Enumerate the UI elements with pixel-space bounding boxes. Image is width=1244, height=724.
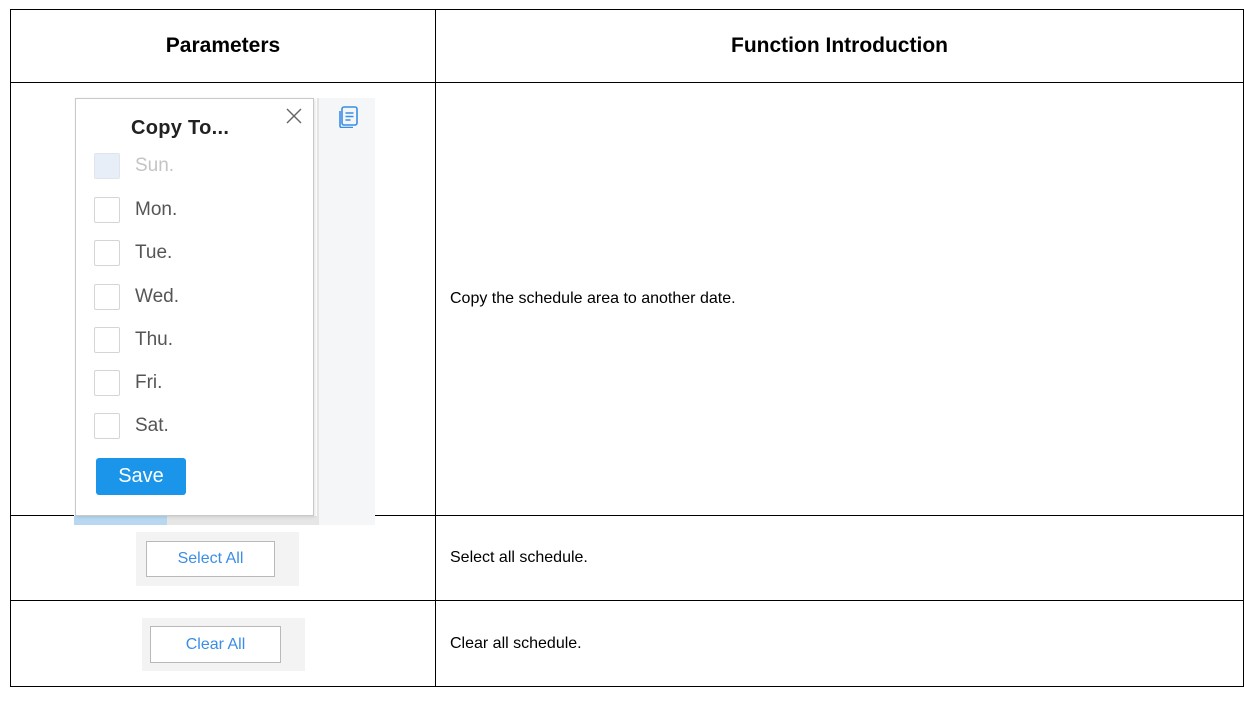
- parameter-cell-select-all: Select All: [10, 515, 436, 601]
- function-description: Select all schedule.: [435, 515, 1244, 601]
- day-option-fri[interactable]: Fri.: [94, 368, 162, 398]
- day-option-mon[interactable]: Mon.: [94, 195, 177, 225]
- table-header-row: Parameters Function Introduction: [10, 9, 1244, 83]
- day-checkbox[interactable]: [94, 197, 120, 223]
- save-button[interactable]: Save: [96, 458, 186, 495]
- day-label: Thu.: [135, 329, 174, 350]
- day-label: Sat.: [135, 415, 169, 436]
- day-checkbox[interactable]: [94, 370, 120, 396]
- header-function-introduction: Function Introduction: [435, 9, 1244, 83]
- day-checkbox[interactable]: [94, 153, 120, 179]
- select-all-button[interactable]: Select All: [146, 541, 275, 577]
- button-screenshot: Select All: [136, 532, 299, 586]
- day-label: Tue.: [135, 242, 173, 263]
- dialog-title: Copy To...: [131, 117, 230, 139]
- day-option-wed[interactable]: Wed.: [94, 282, 179, 312]
- day-option-tue[interactable]: Tue.: [94, 238, 172, 268]
- function-description: Clear all schedule.: [435, 600, 1244, 687]
- table-row: Select All Select all schedule.: [10, 515, 1244, 601]
- close-icon[interactable]: [285, 107, 303, 125]
- panel-divider: [317, 98, 319, 525]
- copy-document-icon[interactable]: [339, 106, 359, 128]
- copy-to-screenshot: Copy To... Sun. Mon. Tue. Wed. Thu. Fri.…: [74, 98, 375, 525]
- day-label: Mon.: [135, 199, 178, 220]
- day-option-sat[interactable]: Sat.: [94, 411, 169, 441]
- table-row: Clear All Clear all schedule.: [10, 600, 1244, 687]
- day-checkbox[interactable]: [94, 240, 120, 266]
- table-row: Copy To... Sun. Mon. Tue. Wed. Thu. Fri.…: [10, 82, 1244, 525]
- day-option-sun[interactable]: Sun.: [94, 151, 174, 181]
- clear-all-button[interactable]: Clear All: [150, 626, 281, 663]
- day-checkbox[interactable]: [94, 327, 120, 353]
- button-screenshot: Clear All: [142, 618, 305, 671]
- day-option-thu[interactable]: Thu.: [94, 325, 173, 355]
- function-description: Copy the schedule area to another date.: [435, 82, 1244, 516]
- day-checkbox[interactable]: [94, 284, 120, 310]
- header-parameters: Parameters: [10, 9, 436, 83]
- day-label: Wed.: [135, 286, 180, 307]
- parameter-cell-copy-to: Copy To... Sun. Mon. Tue. Wed. Thu. Fri.…: [10, 82, 436, 525]
- day-checkbox[interactable]: [94, 413, 120, 439]
- day-label: Sun.: [135, 155, 175, 176]
- parameter-cell-clear-all: Clear All: [10, 600, 436, 687]
- parameters-table: Parameters Function Introduction Copy To…: [10, 9, 1244, 687]
- copy-to-dialog: Copy To... Sun. Mon. Tue. Wed. Thu. Fri.…: [75, 98, 314, 516]
- schedule-side-panel: [317, 98, 375, 525]
- day-label: Fri.: [135, 372, 163, 393]
